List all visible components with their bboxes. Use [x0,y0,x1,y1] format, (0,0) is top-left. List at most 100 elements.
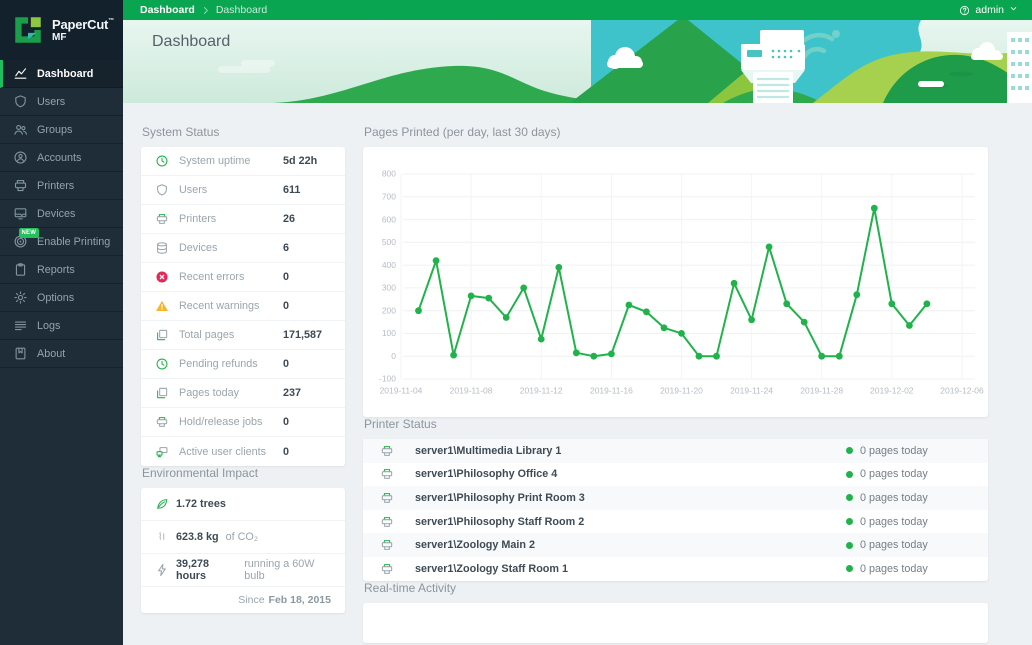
building-illustration [1007,32,1032,103]
sidebar-item-enable-printing[interactable]: NEW Enable Printing [0,228,123,256]
stat-label: Recent errors [179,271,245,283]
printer-status-heading: Printer Status [364,417,437,431]
sidebar-item-logs[interactable]: Logs [0,312,123,340]
user-name[interactable]: admin [975,4,1004,16]
enable-printing-icon: NEW [13,228,39,249]
main-area: Dashboard Dashboard admin Dashboard Syst… [123,0,1032,645]
content-area: System Status System uptime 5d 22h Users 61… [123,103,1032,645]
brand-logo[interactable]: PaperCut™ MF [0,0,123,60]
groups-icon [13,122,28,137]
status-dot-icon [846,494,853,502]
status-dot-icon [846,541,853,549]
banner-illustration [123,20,1032,103]
printer-name[interactable]: server1\Multimedia Library 1 [415,445,561,457]
user-menu[interactable]: admin [959,4,1018,16]
system-status-row: Users 611 [141,176,345,205]
svg-text:2019-11-24: 2019-11-24 [730,386,773,396]
svg-text:2019-12-02: 2019-12-02 [870,386,914,396]
warning-icon [155,299,169,313]
sidebar-item-accounts[interactable]: Accounts [0,144,123,172]
pages-printed-chart-card: 800 700 600 500 400 300 200 100 0 -100 2019-11-04 2… [363,147,988,417]
printer-row[interactable]: server1\Philosophy Print Room 3 0 pages t… [363,486,988,510]
printer-row[interactable]: server1\Zoology Staff Room 1 0 pages toda… [363,557,988,581]
printer-icon [380,467,394,481]
printer-status: 0 pages today [846,445,974,457]
sidebar-item-options[interactable]: Options [0,284,123,312]
printer-name[interactable]: server1\Philosophy Print Room 3 [415,492,585,504]
system-status-row: Recent errors 0 [141,263,345,292]
sidebar-item-label: Accounts [37,151,82,164]
brand-sub: MF [52,31,67,43]
printer-row[interactable]: server1\Multimedia Library 1 0 pages toda… [363,439,988,463]
sidebar-item-label: Printers [37,179,75,192]
printer-name[interactable]: server1\Zoology Main 2 [415,539,535,551]
breadcrumb-root[interactable]: Dashboard [140,4,195,16]
printer-row[interactable]: server1\Philosophy Staff Room 2 0 pages t… [363,510,988,534]
realtime-activity-heading: Real-time Activity [364,580,457,595]
sidebar-item-devices[interactable]: Devices [0,200,123,228]
printer-name[interactable]: server1\Philosophy Staff Room 2 [415,516,584,528]
env-value: 623.8 kg [176,531,219,543]
stat-label: Printers [179,213,217,225]
sidebar-item-label: Reports [37,263,75,276]
printer-icon [155,212,169,226]
stat-value: 5d 22h [283,155,318,167]
stat-label: Hold/release jobs [179,416,263,428]
printer-icon [380,562,394,576]
printer-status: 0 pages today [846,492,974,504]
printer-name[interactable]: server1\Philosophy Office 4 [415,468,557,480]
svg-text:300: 300 [382,283,396,293]
sidebar-item-groups[interactable]: Groups [0,116,123,144]
environmental-impact-row: 623.8 kg of CO₂ [141,521,345,554]
printer-status: 0 pages today [846,563,974,575]
sidebar-item-reports[interactable]: Reports [0,256,123,284]
stat-value: 0 [283,445,290,458]
breadcrumb-chevron-icon [201,6,210,15]
stat-label: Users [179,184,208,196]
svg-text:100: 100 [382,328,396,338]
stat-label: Recent warnings [179,300,260,312]
sidebar-item-users[interactable]: Users [0,88,123,116]
stat-value: 237 [283,387,302,399]
right-column: Pages Printed (per day, last 30 days) 80… [363,125,988,645]
database-icon [155,241,169,255]
environmental-impact-row: 39,278 hours running a 60W bulb [141,554,345,587]
app-root: PaperCut™ MF Dashboard Users Groups Account… [0,0,1032,645]
clients-icon [155,445,169,459]
help-icon[interactable] [959,5,970,16]
sidebar-item-about[interactable]: About [0,340,123,368]
left-column: System Status System uptime 5d 22h Users 61… [141,125,345,645]
new-badge: NEW [19,228,39,238]
about-icon [13,346,28,361]
svg-text:2019-12-06: 2019-12-06 [940,386,984,396]
svg-text:2019-11-28: 2019-11-28 [800,386,843,396]
realtime-activity-card [363,602,988,643]
stat-label: Pending refunds [179,358,258,370]
env-unit: of CO₂ [225,531,259,543]
devices-icon [13,206,28,221]
sidebar-item-printers[interactable]: Printers [0,172,123,200]
dashboard-icon [13,66,28,81]
pages-printed-line-chart: 800 700 600 500 400 300 200 100 0 -100 2019-11-04 2… [379,169,984,396]
printer-icon [380,538,394,552]
chevron-down-icon[interactable] [1009,4,1018,16]
pages-icon [155,328,169,342]
brand-name: PaperCut™ [52,16,115,32]
status-dot-icon [846,447,853,455]
environmental-impact-card: 1.72 trees 623.8 kg of CO₂ 39,278 hours runn… [141,488,345,613]
printer-row[interactable]: server1\Philosophy Office 4 0 pages today [363,463,988,487]
clock-icon [155,154,169,168]
system-status-row: Devices 6 [141,234,345,263]
clock-icon [155,357,169,371]
stat-value: 0 [283,416,290,428]
printer-row[interactable]: server1\Zoology Main 2 0 pages today [363,533,988,557]
env-value: 39,278 hours [176,558,210,582]
system-status-row: Printers 26 [141,205,345,234]
sidebar-item-dashboard[interactable]: Dashboard [0,60,123,88]
system-status-row: Hold/release jobs 0 [141,408,345,437]
printer-name[interactable]: server1\Zoology Staff Room 1 [415,563,568,575]
page-header-banner: Dashboard [123,20,1032,103]
breadcrumb-current[interactable]: Dashboard [216,4,267,16]
stat-value: 611 [283,184,301,196]
system-status-row: Active user clients 0 [141,437,345,466]
